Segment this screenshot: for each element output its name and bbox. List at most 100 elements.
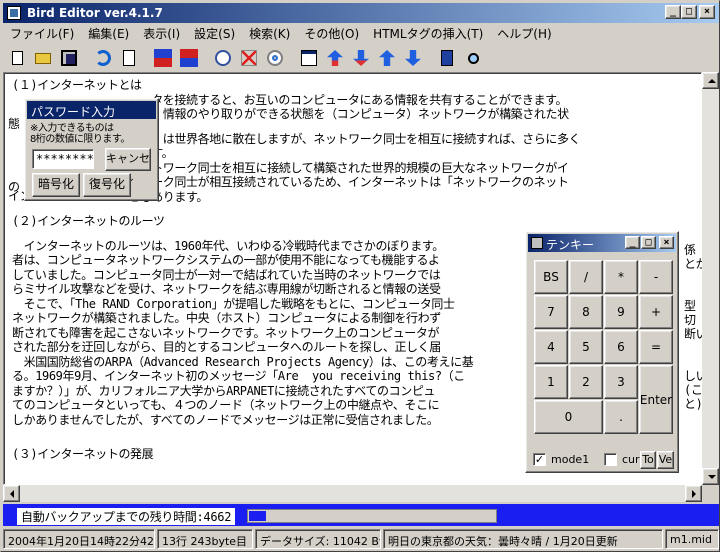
key-minus[interactable]: - (639, 260, 673, 294)
editor-line: 断されても障害を起こさないネットワークです。ネットワーク上のコンピュータが (12, 325, 440, 340)
password-note-line2: 8桁の数値に限ります。 (30, 134, 130, 145)
editor-line-fragment: と) (684, 397, 703, 411)
encrypt-button[interactable]: 暗号化 (32, 173, 80, 197)
to-button[interactable]: To (640, 451, 656, 469)
open-button[interactable] (31, 46, 55, 70)
menu-other[interactable]: その他(O) (297, 23, 366, 42)
password-input[interactable]: ******** (32, 149, 94, 169)
password-dialog: パスワード入力 ※入力できるものは 8桁の数値に限ります。 ******** キ… (24, 98, 159, 201)
menu-html-tag[interactable]: HTMLタグの挿入(T) (366, 23, 490, 42)
minimize-button[interactable]: _ (665, 5, 681, 19)
key-bs[interactable]: BS (534, 260, 568, 294)
undo-icon (95, 50, 111, 66)
status-datetime: 2004年1月20日14時22分42秒 (3, 529, 155, 549)
password-dialog-title: パスワード入力 (27, 101, 156, 119)
cancel-button[interactable]: キャンセル (105, 148, 151, 185)
key-multiply[interactable]: * (604, 260, 638, 294)
key-0[interactable]: 0 (534, 400, 603, 434)
key-decimal[interactable]: . (604, 400, 638, 434)
menu-file[interactable]: ファイル(F) (3, 23, 81, 42)
vertical-scrollbar[interactable] (702, 72, 719, 485)
ve-button[interactable]: Ve (657, 451, 674, 469)
save-icon (61, 50, 77, 66)
editor-line: 者は、コンピュータネットワークシステムの一部が使用不能になっても機能するよ (12, 253, 440, 267)
cur-checkbox[interactable] (604, 453, 617, 466)
close-button[interactable]: × (699, 5, 715, 19)
save-button[interactable] (57, 46, 81, 70)
key-plus[interactable]: + (639, 295, 673, 329)
key-divide[interactable]: / (569, 260, 603, 294)
new-file-icon (11, 51, 23, 65)
maximize-button[interactable]: □ (681, 5, 697, 19)
key-8[interactable]: 8 (569, 295, 603, 329)
mode1-checkbox[interactable]: ✓ (533, 453, 546, 466)
title-bar[interactable]: Bird Editor ver.4.1.7 _ □ × (3, 3, 719, 23)
key-1[interactable]: 1 (534, 365, 568, 399)
calculator-button[interactable] (435, 46, 459, 70)
properties-icon (301, 50, 317, 66)
scroll-right-button[interactable] (685, 485, 702, 502)
auto-backup-bar: 自動バックアップまでの残り時間:4662 (3, 504, 719, 526)
menu-search[interactable]: 検索(K) (242, 23, 297, 42)
auto-down-button[interactable] (349, 46, 373, 70)
properties-button[interactable] (297, 46, 321, 70)
key-5[interactable]: 5 (569, 330, 603, 364)
key-2[interactable]: 2 (569, 365, 603, 399)
back-button[interactable] (151, 46, 175, 70)
menu-settings[interactable]: 設定(S) (187, 23, 242, 42)
password-note: ※入力できるものは 8桁の数値に限ります。 (30, 123, 130, 145)
key-6[interactable]: 6 (604, 330, 638, 364)
menu-edit[interactable]: 編集(E) (81, 23, 136, 42)
print-preview-button[interactable] (117, 46, 141, 70)
sort-down-button[interactable] (401, 46, 425, 70)
keypad-app-icon (531, 237, 543, 249)
horizontal-scrollbar[interactable] (3, 485, 702, 502)
sort-up-button[interactable] (375, 46, 399, 70)
target-button[interactable] (263, 46, 287, 70)
key-equals[interactable]: = (639, 330, 673, 364)
key-3[interactable]: 3 (604, 365, 638, 399)
status-cursor: 13行 243byte目 (157, 529, 253, 549)
new-file-button[interactable] (5, 46, 29, 70)
auto-up-button[interactable] (323, 46, 347, 70)
delete-button[interactable] (237, 46, 261, 70)
decrypt-button[interactable]: 復号化 (83, 173, 131, 197)
auto-down-icon (353, 50, 369, 66)
delete-icon (241, 50, 257, 66)
scroll-right-icon (692, 490, 700, 498)
menu-view[interactable]: 表示(I) (136, 23, 187, 42)
clock-icon (215, 50, 231, 66)
key-7[interactable]: 7 (534, 295, 568, 329)
status-music[interactable]: m1.mid (665, 529, 719, 549)
clock-button[interactable] (211, 46, 235, 70)
editor-line: (３)インターネットの発展 (12, 447, 154, 461)
search-button[interactable] (461, 46, 485, 70)
target-icon (267, 50, 283, 66)
back-alt-icon (180, 49, 198, 67)
editor-line-fragment: 態 (8, 117, 20, 131)
keypad-title-bar[interactable]: テンキー _ □ × (528, 234, 676, 252)
app-icon (7, 6, 21, 20)
open-folder-icon (35, 52, 51, 64)
scroll-left-icon (6, 490, 14, 498)
toolbar (3, 44, 719, 72)
undo-button[interactable] (91, 46, 115, 70)
editor-line: 米国国防総省のARPA（Advanced Research Projects A… (12, 354, 474, 369)
key-9[interactable]: 9 (604, 295, 638, 329)
keypad-minimize-button[interactable]: _ (625, 236, 640, 249)
editor-line: された部分を迂回しながら、目的とするコンピュータへのルートを探し、正しく届 (12, 340, 441, 354)
print-preview-icon (123, 50, 135, 66)
scroll-up-button[interactable] (702, 72, 719, 89)
back-alt-button[interactable] (177, 46, 201, 70)
key-enter[interactable]: Enter (639, 365, 673, 434)
keypad-close-button[interactable]: × (659, 236, 674, 249)
mode1-label: mode1 (551, 453, 590, 466)
editor-line-fragment: 係 (684, 243, 696, 257)
menu-help[interactable]: ヘルプ(H) (490, 23, 558, 42)
editor-window: Bird Editor ver.4.1.7 _ □ × ファイル(F) 編集(E… (0, 0, 720, 552)
scroll-left-button[interactable] (3, 485, 20, 502)
keypad-maximize-button[interactable]: □ (641, 236, 656, 249)
auto-up-icon (327, 50, 343, 66)
scroll-down-button[interactable] (702, 468, 719, 485)
key-4[interactable]: 4 (534, 330, 568, 364)
